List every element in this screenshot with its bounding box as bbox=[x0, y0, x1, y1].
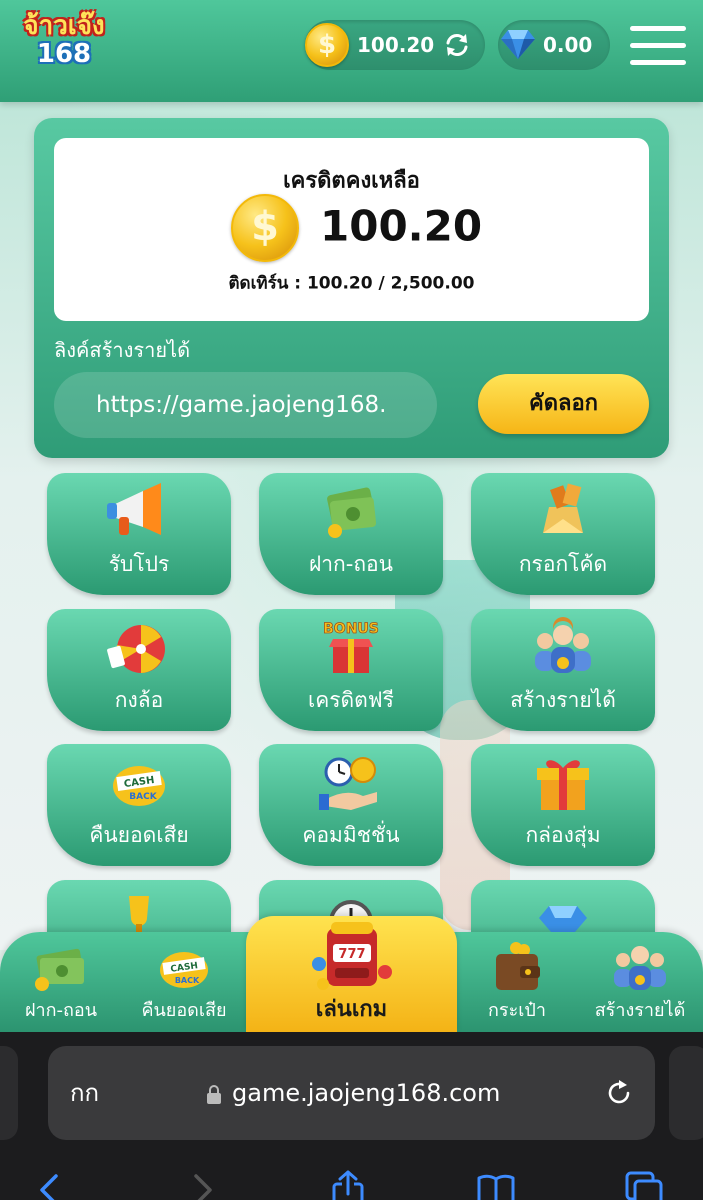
menu-tile-commission[interactable]: คอมมิชชั่น bbox=[259, 744, 443, 866]
svg-text:777: 777 bbox=[338, 947, 365, 962]
menu-tile-label: กรอกโค้ด bbox=[518, 552, 608, 576]
nav-play-game[interactable]: 777 เล่นเกม bbox=[246, 916, 457, 1032]
wheel-icon bbox=[107, 625, 165, 673]
nav-label: เล่นเกม bbox=[315, 997, 388, 1022]
browser-toolbar: กก game.jaojeng168.com bbox=[0, 1032, 703, 1200]
diamond-icon bbox=[501, 30, 535, 59]
refresh-icon[interactable] bbox=[443, 32, 471, 58]
reload-icon[interactable] bbox=[604, 1078, 634, 1108]
menu-tile-label: คืนยอดเสีย bbox=[89, 823, 189, 847]
bookmarks-icon[interactable] bbox=[476, 1170, 516, 1200]
address-bar[interactable]: กก game.jaojeng168.com bbox=[48, 1046, 655, 1140]
referral-link-label: ลิงค์สร้างรายได้ bbox=[54, 338, 191, 362]
nav-earn-income[interactable]: สร้างรายได้ bbox=[577, 932, 703, 1032]
turnover-text: ติดเทิร์น : 100.20 / 2,500.00 bbox=[228, 273, 475, 294]
menu-tile-label: เครดิตฟรี bbox=[308, 688, 394, 712]
lock-icon bbox=[207, 1085, 221, 1104]
copy-link-button[interactable]: คัดลอก bbox=[478, 374, 649, 434]
credit-title: เครดิตคงเหลือ bbox=[283, 168, 420, 194]
next-tab-edge[interactable] bbox=[669, 1046, 703, 1140]
menu-tile-free-credit[interactable]: BONUS เครดิตฟรี bbox=[259, 609, 443, 731]
gift-box-icon bbox=[537, 760, 589, 810]
credit-amount: 100.20 bbox=[320, 201, 483, 251]
menu-tile-label: สร้างรายได้ bbox=[510, 688, 616, 712]
bonus-box-icon: BONUS bbox=[323, 621, 379, 673]
top-bar: จ้าวเจ๊ง 168 $ 100.20 0.00 bbox=[0, 0, 703, 102]
nav-wallet[interactable]: กระเป๋า bbox=[457, 932, 577, 1032]
coin-icon: $ bbox=[305, 23, 349, 67]
hamburger-menu-icon[interactable] bbox=[628, 24, 688, 68]
text-size-button[interactable]: กก bbox=[70, 1046, 99, 1140]
menu-tile-earn-income[interactable]: สร้างรายได้ bbox=[471, 609, 655, 731]
slot-machine-icon: 777 bbox=[311, 922, 392, 990]
nav-label: คืนยอดเสีย bbox=[141, 1000, 227, 1021]
money-stack-icon bbox=[327, 487, 377, 538]
cashback-icon: CASH BACK bbox=[113, 766, 165, 806]
nav-cashback[interactable]: CASH BACK คืนยอดเสีย bbox=[122, 932, 246, 1032]
gem-balance-pill: 0.00 bbox=[498, 20, 610, 70]
credit-balance-pill: $ 100.20 bbox=[305, 20, 485, 70]
forward-arrow-icon[interactable] bbox=[182, 1170, 222, 1200]
logo-number: 168 bbox=[36, 39, 92, 69]
menu-tile-promotion[interactable]: รับโปร bbox=[47, 473, 231, 595]
coin-icon: $ bbox=[231, 194, 299, 262]
svg-text:BACK: BACK bbox=[175, 976, 200, 985]
team-icon bbox=[535, 617, 591, 673]
menu-tile-redeem-code[interactable]: กรอกโค้ด bbox=[471, 473, 655, 595]
share-icon[interactable] bbox=[328, 1170, 368, 1200]
svg-text:BACK: BACK bbox=[129, 792, 157, 802]
menu-tile-cashback[interactable]: CASH BACK คืนยอดเสีย bbox=[47, 744, 231, 866]
gem-balance-value: 0.00 bbox=[543, 33, 593, 57]
site-logo[interactable]: จ้าวเจ๊ง 168 bbox=[14, 12, 114, 72]
menu-tile-label: รับโปร bbox=[108, 552, 170, 576]
menu-tile-label: ฝาก-ถอน bbox=[308, 552, 394, 576]
svg-text:BONUS: BONUS bbox=[323, 621, 379, 637]
team-icon bbox=[614, 946, 666, 990]
menu-tile-wheel[interactable]: กงล้อ bbox=[47, 609, 231, 731]
menu-tile-label: กล่องสุ่ม bbox=[525, 823, 601, 847]
commission-icon bbox=[319, 757, 377, 810]
back-arrow-icon[interactable] bbox=[30, 1170, 70, 1200]
coupon-icon bbox=[543, 483, 583, 533]
nav-deposit-withdraw[interactable]: ฝาก-ถอน bbox=[0, 932, 122, 1032]
cashback-icon: CASH BACK bbox=[160, 952, 208, 988]
credit-panel: เครดิตคงเหลือ $ 100.20 ติดเทิร์น : 100.2… bbox=[34, 118, 669, 458]
url-text: game.jaojeng168.com bbox=[232, 1079, 501, 1107]
menu-tile-label: คอมมิชชั่น bbox=[302, 823, 400, 847]
nav-label: สร้างรายได้ bbox=[594, 1000, 686, 1021]
menu-tile-label: กงล้อ bbox=[114, 688, 164, 712]
logo-text: จ้าวเจ๊ง bbox=[23, 11, 105, 41]
menu-tile-deposit-withdraw[interactable]: ฝาก-ถอน bbox=[259, 473, 443, 595]
tabs-icon[interactable] bbox=[624, 1170, 664, 1200]
previous-tab-edge[interactable] bbox=[0, 1046, 18, 1140]
credit-balance-value: 100.20 bbox=[357, 33, 435, 57]
money-stack-icon bbox=[35, 948, 84, 991]
referral-link-field[interactable]: https://game.jaojeng168. bbox=[54, 372, 437, 438]
credit-card: เครดิตคงเหลือ $ 100.20 ติดเทิร์น : 100.2… bbox=[54, 138, 649, 321]
megaphone-icon bbox=[107, 483, 161, 535]
menu-tile-random-box[interactable]: กล่องสุ่ม bbox=[471, 744, 655, 866]
wallet-icon bbox=[496, 942, 540, 990]
nav-label: ฝาก-ถอน bbox=[24, 1000, 98, 1021]
nav-label: กระเป๋า bbox=[488, 1000, 546, 1021]
